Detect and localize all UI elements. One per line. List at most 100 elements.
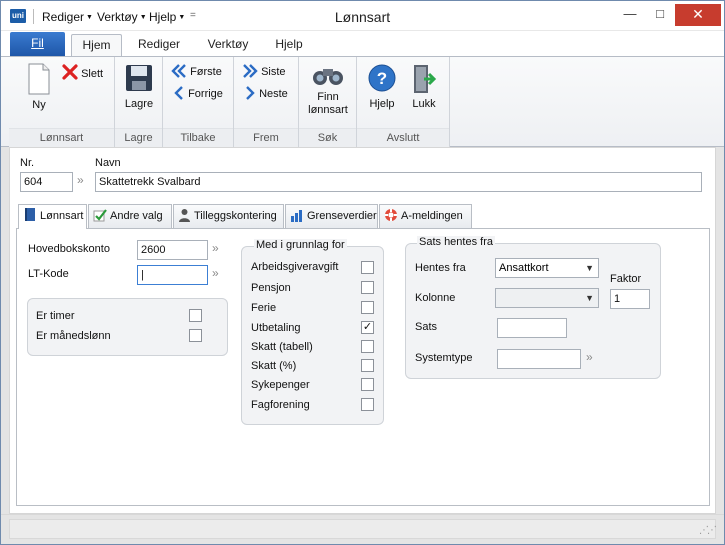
lukk-button[interactable]: Lukk [405, 63, 443, 110]
maximize-button[interactable]: □ [645, 4, 675, 26]
grunnlag-checkbox[interactable] [361, 378, 374, 391]
er-timer-checkbox[interactable] [189, 309, 202, 322]
chevron-down-icon: ▼ [585, 293, 594, 303]
group-avslutt: ? Hjelp Lukk Avslutt [357, 57, 450, 147]
slett-button[interactable]: Slett [62, 64, 103, 80]
tab-rediger[interactable]: Rediger [129, 34, 189, 56]
hovedbokskonto-label: Hovedbokskonto [28, 243, 110, 255]
app-window: uni Rediger ▼ Verktøy ▼ Hjelp ▼ = Lønnsart … [0, 0, 725, 545]
forrige-button[interactable]: Forrige [173, 86, 223, 100]
systemtype-field[interactable] [497, 349, 581, 369]
tab-a-meldingen-label: A-meldingen [401, 210, 463, 222]
group-lonnsart-label: Lønnsart [39, 132, 84, 144]
close-button[interactable]: ✕ [675, 4, 721, 26]
systemtype-label: Systemtype [415, 352, 473, 364]
double-chevron-right-icon [243, 64, 258, 78]
tab-hjem[interactable]: Hjem [71, 34, 122, 56]
bars-up-icon [291, 210, 302, 222]
er-manedslonn-checkbox[interactable] [189, 329, 202, 342]
save-disk-icon [126, 65, 152, 91]
lifebuoy-icon [385, 209, 397, 221]
sats-panel: Sats hentes fra Hentes fra Ansattkort ▼ F… [405, 236, 661, 379]
grunnlag-panel: Med i grunnlag for Arbeidsgiveravgift Pe… [241, 239, 384, 425]
ribbon-tab-strip: Fil Hjem Rediger Verktøy Hjelp [1, 31, 724, 56]
tab-hjelp[interactable]: Hjelp [267, 34, 311, 56]
grunnlag-checkbox-checked[interactable]: ✓ [361, 321, 374, 334]
chevron-right-icon [246, 86, 255, 100]
group-tilbake: Første Forrige Tilbake [163, 57, 234, 147]
grunnlag-checkbox[interactable] [361, 359, 374, 372]
lt-kode-field[interactable]: | [137, 265, 208, 285]
grunnlag-label: Sykepenger [251, 379, 310, 391]
new-document-icon [28, 63, 50, 95]
hovedbokskonto-field[interactable]: 2600 [137, 240, 208, 260]
tab-verktoy[interactable]: Verktøy [198, 34, 258, 56]
svg-text:?: ? [377, 69, 387, 88]
group-lagre-label: Lagre [124, 132, 153, 144]
grunnlag-checkbox[interactable] [361, 261, 374, 274]
hentes-fra-label: Hentes fra [415, 262, 466, 274]
grunnlag-checkbox[interactable] [361, 281, 374, 294]
check-icon: ✓ [362, 321, 373, 333]
tab-a-meldingen[interactable]: A-meldingen [379, 204, 472, 228]
ny-button[interactable]: Ny [19, 63, 59, 111]
grunnlag-checkbox[interactable] [361, 301, 374, 314]
faktor-label: Faktor [610, 273, 642, 285]
grunnlag-label: Fagforening [251, 399, 310, 411]
tab-fil[interactable]: Fil [10, 32, 65, 56]
grunnlag-checkbox[interactable] [361, 398, 374, 411]
lukk-label: Lukk [412, 98, 436, 110]
sats-title: Sats hentes fra [417, 236, 495, 248]
tab-andre-valg[interactable]: Andre valg [88, 204, 172, 228]
group-frem: Siste Neste Frem [234, 57, 299, 147]
resize-grip-icon[interactable]: ⋰⋰ [699, 525, 717, 536]
forste-button[interactable]: Første [171, 64, 222, 78]
navn-label: Navn [95, 157, 121, 169]
sats-field[interactable] [497, 318, 567, 338]
hjelp-button[interactable]: ? Hjelp [363, 63, 401, 110]
systemtype-lookup-arrow-icon[interactable]: » [586, 350, 593, 364]
kolonne-select[interactable]: ▼ [495, 288, 599, 308]
forrige-label: Forrige [188, 88, 223, 100]
lagre-button[interactable]: Lagre [119, 63, 159, 110]
hjelp-label: Hjelp [369, 98, 395, 110]
lagre-label: Lagre [124, 98, 154, 110]
grunnlag-label: Ferie [251, 302, 277, 314]
tab-tilleggskontering-label: Tilleggskontering [194, 210, 277, 222]
hentes-fra-value: Ansattkort [499, 262, 549, 274]
book-icon [25, 208, 35, 221]
hovedbokskonto-lookup-arrow-icon[interactable]: » [212, 241, 219, 255]
grunnlag-checkbox[interactable] [361, 340, 374, 353]
tab-lonnsart[interactable]: Lønnsart [18, 204, 87, 229]
grunnlag-label: Skatt (%) [251, 360, 297, 372]
group-sok-label: Søk [317, 132, 338, 144]
grunnlag-label: Arbeidsgiveravgift [251, 261, 339, 273]
group-frem-label: Frem [253, 132, 279, 144]
tab-grenseverdier[interactable]: Grenseverdier [285, 204, 378, 228]
minimize-button[interactable]: — [615, 4, 645, 26]
chevron-down-icon: ▼ [585, 263, 594, 273]
faktor-field[interactable]: 1 [610, 289, 650, 309]
nr-lookup-arrow-icon[interactable]: » [77, 173, 84, 187]
tab-grenseverdier-label: Grenseverdier [307, 210, 377, 222]
hentes-fra-select[interactable]: Ansattkort ▼ [495, 258, 599, 278]
navn-field[interactable]: Skattetrekk Svalbard [95, 172, 702, 192]
lt-kode-label: LT-Kode [28, 268, 69, 280]
lt-kode-lookup-arrow-icon[interactable]: » [212, 266, 219, 280]
group-avslutt-label: Avslutt [386, 132, 420, 144]
er-timer-label: Er timer [36, 310, 75, 322]
group-tilbake-label: Tilbake [180, 132, 216, 144]
nr-field[interactable]: 604 [20, 172, 73, 192]
grunnlag-label: Utbetaling [251, 322, 301, 334]
ny-label: Ny [32, 99, 46, 111]
group-sok: Finn lønnsart Søk [299, 57, 357, 147]
tab-tilleggskontering[interactable]: Tilleggskontering [173, 204, 284, 228]
chevron-left-icon [174, 86, 183, 100]
siste-label: Siste [261, 66, 286, 78]
slett-label: Slett [81, 68, 104, 80]
grunnlag-title: Med i grunnlag for [254, 239, 347, 251]
neste-button[interactable]: Neste [244, 86, 288, 100]
finn-lonnsart-button[interactable]: Finn lønnsart [302, 65, 354, 117]
tab-andre-valg-label: Andre valg [110, 210, 163, 222]
siste-button[interactable]: Siste [242, 64, 286, 78]
